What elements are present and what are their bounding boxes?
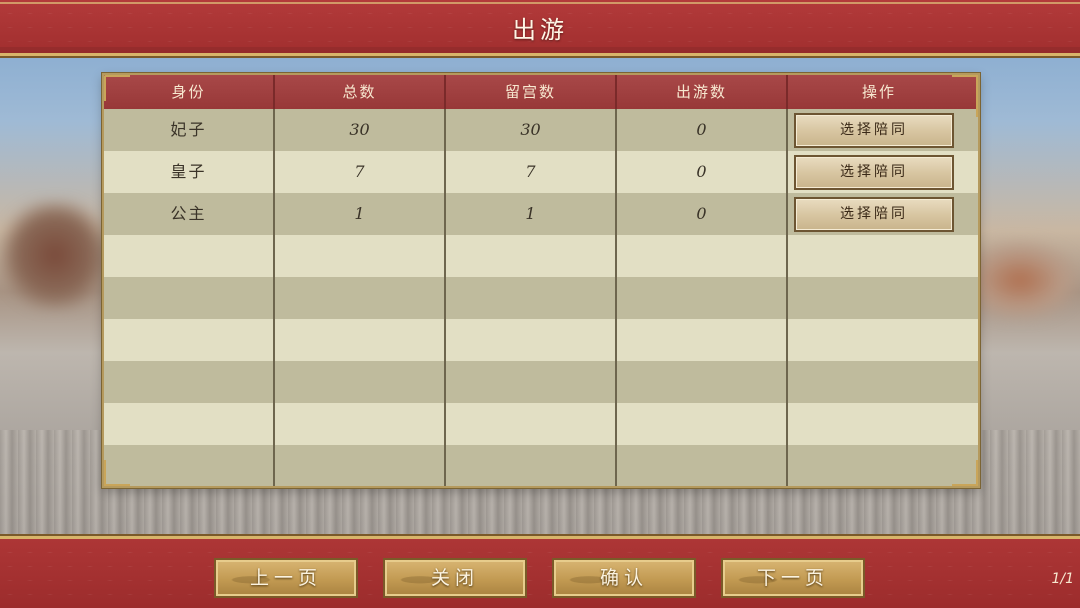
empty-table-row — [104, 319, 978, 361]
corner-ornament — [952, 460, 978, 486]
cell-stay: 1 — [446, 193, 617, 235]
table-header: 身份 总数 留宫数 出游数 操作 — [104, 75, 978, 109]
cell-stay: 7 — [446, 151, 617, 193]
cell-total: 7 — [275, 151, 446, 193]
close-button[interactable]: 关闭 — [383, 558, 527, 598]
confirm-button[interactable]: 确认 — [552, 558, 696, 598]
prev-page-button[interactable]: 上一页 — [214, 558, 358, 598]
cell-total: 30 — [275, 109, 446, 151]
table-row: 妃子 30 30 0 选择陪同 — [104, 109, 978, 151]
table-row: 公主 1 1 0 选择陪同 — [104, 193, 978, 235]
column-header-stay: 留宫数 — [446, 75, 617, 109]
empty-table-row — [104, 445, 978, 486]
empty-table-row — [104, 361, 978, 403]
select-companion-button[interactable]: 选择陪同 — [794, 155, 954, 190]
title-banner: 出游 — [0, 0, 1080, 56]
cell-action: 选择陪同 — [788, 109, 970, 151]
corner-ornament — [952, 75, 978, 117]
page-title: 出游 — [512, 16, 568, 44]
column-header-action: 操作 — [861, 83, 896, 101]
corner-ornament — [104, 460, 130, 486]
empty-table-row — [104, 235, 978, 277]
cell-action: 选择陪同 — [788, 151, 970, 193]
bottom-banner: 上一页 关闭 确认 下一页 1/1 — [0, 536, 1080, 608]
select-companion-button[interactable]: 选择陪同 — [794, 113, 954, 148]
cell-identity: 皇子 — [104, 151, 275, 193]
cell-identity: 妃子 — [104, 109, 275, 151]
cell-action: 选择陪同 — [788, 193, 970, 235]
select-companion-button[interactable]: 选择陪同 — [794, 197, 954, 232]
cell-out: 0 — [617, 109, 788, 151]
table-row: 皇子 7 7 0 选择陪同 — [104, 151, 978, 193]
background-building-left — [0, 200, 110, 310]
cell-out: 0 — [617, 193, 788, 235]
column-header-total: 总数 — [275, 75, 446, 109]
cell-total: 1 — [275, 193, 446, 235]
cell-identity: 公主 — [104, 193, 275, 235]
empty-table-row — [104, 403, 978, 445]
empty-table-row — [104, 277, 978, 319]
companions-table-panel: 身份 总数 留宫数 出游数 操作 妃子 30 30 0 选择陪同 皇子 7 7 … — [102, 73, 980, 488]
next-page-button[interactable]: 下一页 — [721, 558, 865, 598]
page-counter: 1/1 — [1051, 571, 1074, 587]
corner-ornament — [104, 75, 130, 101]
cell-out: 0 — [617, 151, 788, 193]
column-header-out: 出游数 — [617, 75, 788, 109]
cell-stay: 30 — [446, 109, 617, 151]
table-body: 妃子 30 30 0 选择陪同 皇子 7 7 0 选择陪同 公主 1 1 0 选… — [104, 109, 978, 486]
